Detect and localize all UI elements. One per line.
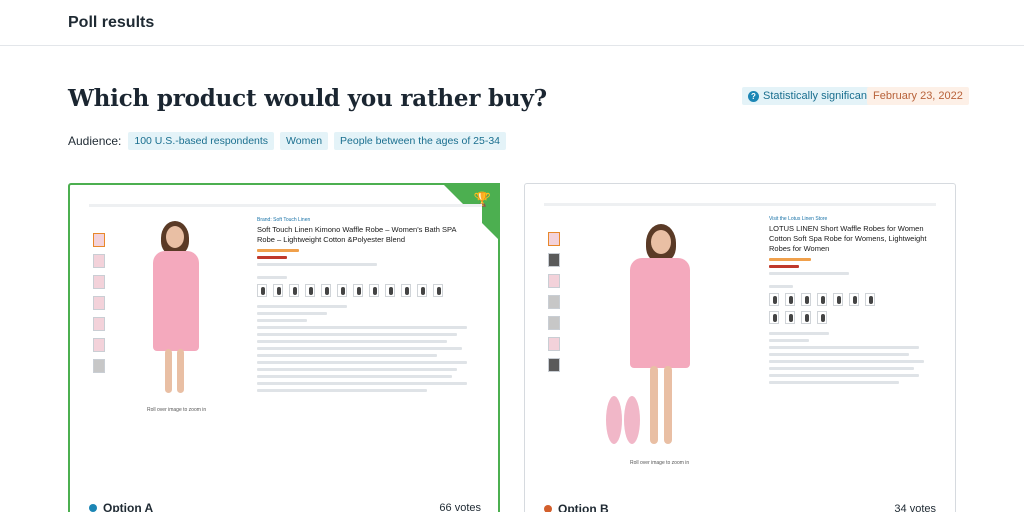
thumbnail[interactable] (93, 275, 105, 289)
thumbnail[interactable] (93, 254, 105, 268)
audience-row: Audience: 100 U.S.-based respondents Wom… (68, 132, 507, 150)
product-image (139, 217, 219, 407)
option-b-label: Option B (558, 502, 609, 512)
thumbnail[interactable] (548, 232, 560, 246)
option-a-card[interactable]: 🏆 Roll over image to zoom in Brand: Soft… (68, 183, 500, 512)
thumbnail[interactable] (548, 337, 560, 351)
zoom-note: Roll over image to zoom in (630, 460, 690, 466)
product-brand[interactable]: Visit the Lotus Linen Store (769, 216, 929, 222)
thumbnail[interactable] (548, 253, 560, 267)
thumbnail[interactable] (548, 358, 560, 372)
option-b-card[interactable]: Roll over image to zoom in Visit the Lot… (524, 183, 956, 512)
product-title: Soft Touch Linen Kimono Waffle Robe – Wo… (257, 225, 457, 244)
thumbnail[interactable] (93, 338, 105, 352)
date-badge: February 23, 2022 (867, 87, 969, 105)
product-title: LOTUS LINEN Short Waffle Robes for Women… (769, 224, 927, 253)
thumbnail[interactable] (93, 296, 105, 310)
audience-chip-gender: Women (280, 132, 329, 150)
thumbnail[interactable] (93, 317, 105, 331)
option-a-color-dot (89, 504, 97, 512)
product-brand[interactable]: Brand: Soft Touch Linen (257, 217, 475, 223)
thumbnail[interactable] (548, 274, 560, 288)
thumbnail[interactable] (93, 233, 105, 247)
option-a-screenshot[interactable]: Roll over image to zoom in Brand: Soft T… (89, 204, 482, 482)
audience-label: Audience: (68, 134, 122, 148)
thumbnail[interactable] (548, 295, 560, 309)
product-image (604, 220, 714, 456)
color-swatches (257, 284, 475, 297)
top-bar: Poll results (0, 0, 1024, 46)
page-header-title: Poll results (68, 14, 155, 31)
option-a-footer: Option A 66 votes (89, 495, 481, 512)
product-info: Visit the Lotus Linen Store LOTUS LINEN … (769, 216, 929, 384)
question-circle-icon: ? (748, 90, 759, 102)
zoom-note: Roll over image to zoom in (147, 407, 207, 413)
option-b-screenshot[interactable]: Roll over image to zoom in Visit the Lot… (544, 203, 936, 481)
option-b-footer: Option B 34 votes (544, 496, 936, 512)
color-swatches (769, 293, 929, 306)
option-b-votes: 34 votes (894, 503, 936, 512)
option-a-label: Option A (103, 501, 154, 512)
product-info: Brand: Soft Touch Linen Soft Touch Linen… (257, 217, 475, 392)
thumbnail-strip (93, 233, 105, 373)
thumbnail[interactable] (93, 359, 105, 373)
audience-chip-age: People between the ages of 25-34 (334, 132, 507, 150)
thumbnail[interactable] (548, 316, 560, 330)
option-b-color-dot (544, 505, 552, 512)
thumbnail-strip (548, 232, 560, 372)
significance-badge[interactable]: ? Statistically significant (742, 87, 876, 105)
option-a-votes: 66 votes (439, 502, 481, 512)
significance-label: Statistically significant (763, 90, 870, 102)
audience-chip-respondents: 100 U.S.-based respondents (128, 132, 275, 150)
poll-question: Which product would you rather buy? (68, 85, 547, 112)
